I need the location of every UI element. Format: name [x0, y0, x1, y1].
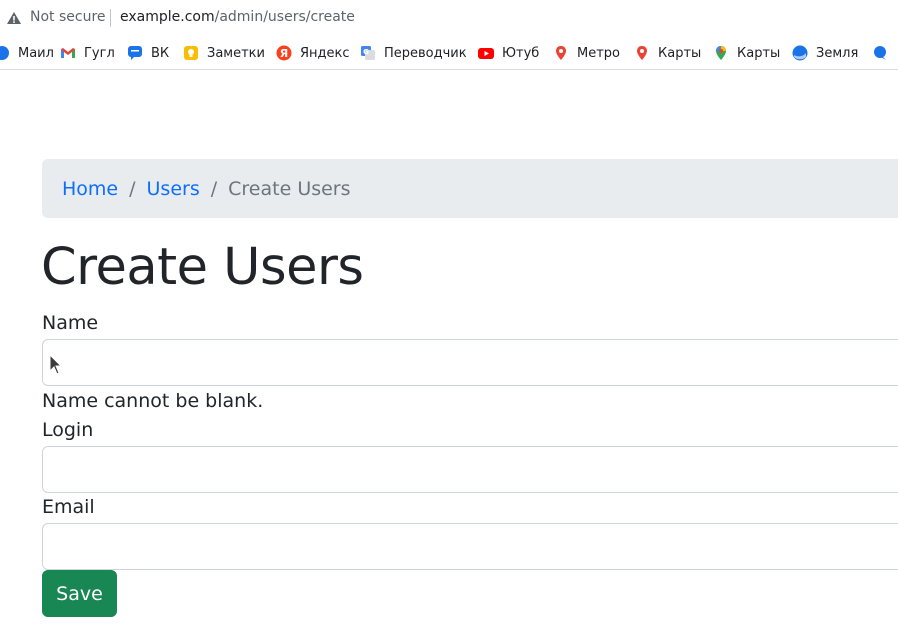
- earth-icon: [792, 45, 808, 61]
- bookmark-label: Яндекс: [300, 45, 350, 61]
- bookmark-earth[interactable]: Земля: [792, 44, 858, 62]
- mouse-pointer-icon: [49, 354, 63, 375]
- vk-chat-icon: [128, 46, 142, 60]
- breadcrumb-users-link[interactable]: Users: [147, 178, 200, 200]
- gmail-icon: [61, 48, 75, 58]
- bookmark-label: Гугл: [84, 45, 115, 61]
- bookmarks-bar: Маил Гугл ВК Заметки Я Яндекс G Переводч…: [0, 36, 898, 70]
- bookmark-label: Земля: [816, 45, 859, 61]
- bookmark-yandex[interactable]: Я Яндекс: [276, 44, 350, 62]
- name-input[interactable]: [42, 339, 898, 386]
- bookmark-label: Переводчик: [384, 45, 467, 61]
- bookmark-label: Маил: [18, 45, 54, 61]
- translate-icon: G: [361, 46, 375, 60]
- save-button[interactable]: Save: [42, 570, 117, 617]
- bookmark-label: Карты: [658, 45, 702, 61]
- google-maps-icon: [716, 46, 726, 60]
- map-pin-icon: [556, 46, 566, 60]
- bookmark-overflow[interactable]: [872, 44, 896, 62]
- name-error-message: Name cannot be blank.: [42, 390, 264, 412]
- url-divider: [110, 9, 111, 27]
- svg-text:Я: Я: [280, 47, 288, 60]
- email-input[interactable]: [42, 523, 898, 570]
- chat-bubble-icon: [874, 46, 886, 60]
- breadcrumb: Home / Users / Create Users: [42, 159, 898, 218]
- map-pin-icon: [637, 46, 647, 60]
- svg-text:G: G: [363, 48, 369, 56]
- bookmark-translate[interactable]: G Переводчик: [360, 44, 467, 62]
- bookmark-label: Ютуб: [502, 45, 540, 61]
- bookmark-label: Метро: [577, 45, 620, 61]
- breadcrumb-current: Create Users: [228, 177, 351, 200]
- bookmark-gmail[interactable]: Гугл: [60, 44, 115, 62]
- bookmark-label: Карты: [737, 45, 781, 61]
- bookmark-mail[interactable]: Маил: [0, 44, 54, 62]
- breadcrumb-separator: /: [129, 177, 136, 200]
- keep-notes-icon: [184, 46, 198, 60]
- url-path: /admin/users/create: [214, 9, 355, 25]
- url-host: example.com: [120, 9, 215, 25]
- page-title: Create Users: [41, 238, 364, 297]
- bookmark-maps[interactable]: Карты: [634, 44, 701, 62]
- breadcrumb-home-link[interactable]: Home: [62, 178, 118, 200]
- url-text[interactable]: example.com/admin/users/create: [120, 9, 355, 25]
- warning-icon[interactable]: [6, 10, 22, 26]
- youtube-icon: [478, 48, 494, 59]
- bookmark-label: Заметки: [207, 45, 265, 61]
- bookmark-google-maps[interactable]: Карты: [713, 44, 780, 62]
- bookmark-youtube[interactable]: Ютуб: [478, 44, 539, 62]
- mail-ru-icon: [0, 46, 9, 60]
- security-status[interactable]: Not secure: [30, 9, 106, 25]
- yandex-icon: Я: [276, 45, 292, 61]
- email-label: Email: [42, 496, 95, 518]
- bookmark-notes[interactable]: Заметки: [183, 44, 265, 62]
- browser-address-bar[interactable]: Not secure example.com/admin/users/creat…: [0, 0, 898, 36]
- bookmark-metro[interactable]: Метро: [553, 44, 620, 62]
- login-label: Login: [42, 419, 94, 441]
- bookmark-vk[interactable]: ВК: [127, 44, 169, 62]
- name-label: Name: [42, 312, 99, 334]
- breadcrumb-separator: /: [210, 177, 218, 200]
- login-input[interactable]: [42, 446, 898, 493]
- bookmark-label: ВК: [151, 45, 170, 61]
